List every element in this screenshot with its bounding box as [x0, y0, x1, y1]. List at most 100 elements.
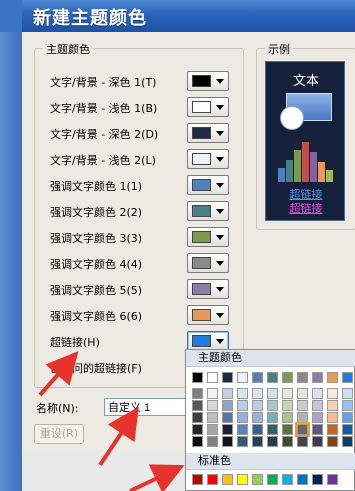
- palette-shade-swatch[interactable]: [342, 412, 353, 423]
- palette-shade-swatch[interactable]: [312, 412, 323, 423]
- palette-shade-swatch[interactable]: [312, 388, 323, 399]
- dropdown-arrow-icon: [216, 157, 224, 162]
- palette-shade-swatch[interactable]: [237, 388, 248, 399]
- palette-shade-swatch[interactable]: [207, 400, 218, 411]
- palette-standard-swatch[interactable]: [252, 474, 263, 485]
- palette-shade-swatch[interactable]: [237, 412, 248, 423]
- palette-shade-swatch[interactable]: [342, 400, 353, 411]
- palette-shade-swatch[interactable]: [237, 424, 248, 435]
- palette-shade-swatch[interactable]: [267, 400, 278, 411]
- palette-shade-swatch[interactable]: [282, 388, 293, 399]
- palette-standard-swatch[interactable]: [282, 474, 293, 485]
- palette-shade-swatch[interactable]: [342, 424, 353, 435]
- color-picker-button[interactable]: [187, 175, 229, 195]
- color-picker-button[interactable]: [187, 71, 229, 91]
- row-label: 强调文字颜色 4(4): [50, 258, 143, 271]
- sample-text: 文本: [292, 74, 319, 89]
- palette-standard-swatch[interactable]: [297, 474, 308, 485]
- palette-shade-swatch[interactable]: [267, 436, 278, 447]
- palette-shade-swatch[interactable]: [207, 424, 218, 435]
- palette-shade-swatch[interactable]: [327, 436, 338, 447]
- color-picker-button[interactable]: [187, 305, 229, 325]
- palette-shade-swatch[interactable]: [267, 412, 278, 423]
- palette-shade-swatch[interactable]: [297, 412, 308, 423]
- palette-shade-swatch[interactable]: [282, 400, 293, 411]
- palette-shade-swatch[interactable]: [192, 436, 203, 447]
- palette-swatch[interactable]: [327, 372, 338, 383]
- palette-shade-swatch[interactable]: [297, 388, 308, 399]
- palette-shade-swatch[interactable]: [312, 400, 323, 411]
- palette-shade-swatch[interactable]: [342, 388, 353, 399]
- palette-shade-swatch[interactable]: [327, 388, 338, 399]
- palette-shade-swatch[interactable]: [267, 388, 278, 399]
- palette-shade-swatch[interactable]: [252, 412, 263, 423]
- palette-shade-swatch[interactable]: [297, 436, 308, 447]
- palette-shade-swatch[interactable]: [252, 424, 263, 435]
- palette-shade-swatch[interactable]: [237, 436, 248, 447]
- palette-shade-swatch[interactable]: [222, 388, 233, 399]
- palette-shade-swatch[interactable]: [207, 388, 218, 399]
- row-label: 强调文字颜色 6(6): [50, 310, 143, 323]
- palette-shade-swatch[interactable]: [252, 388, 263, 399]
- color-picker-button[interactable]: [187, 149, 229, 169]
- palette-shade-swatch[interactable]: [192, 412, 203, 423]
- palette-shade-swatch[interactable]: [327, 412, 338, 423]
- row-label: 文字/背景 - 浅色 1(B): [50, 102, 158, 115]
- palette-shade-swatch[interactable]: [312, 424, 323, 435]
- sample-bar: [318, 162, 325, 182]
- palette-shade-swatch[interactable]: [192, 388, 203, 399]
- palette-shade-swatch[interactable]: [192, 400, 203, 411]
- palette-shade-swatch[interactable]: [252, 400, 263, 411]
- palette-standard-swatch[interactable]: [207, 474, 218, 485]
- color-picker-button[interactable]: [187, 279, 229, 299]
- palette-shade-swatch[interactable]: [327, 424, 338, 435]
- color-picker-button[interactable]: [187, 331, 229, 351]
- palette-shade-swatch[interactable]: [297, 400, 308, 411]
- reset-button[interactable]: 重设(R): [34, 424, 84, 444]
- palette-shade-swatch[interactable]: [282, 424, 293, 435]
- palette-swatch[interactable]: [267, 372, 278, 383]
- color-picker-button[interactable]: [187, 201, 229, 221]
- palette-shade-swatch[interactable]: [252, 436, 263, 447]
- palette-standard-swatch[interactable]: [192, 474, 203, 485]
- palette-shade-swatch[interactable]: [282, 412, 293, 423]
- palette-swatch[interactable]: [237, 372, 248, 383]
- sample-bar: [310, 152, 317, 182]
- palette-shade-swatch[interactable]: [207, 412, 218, 423]
- palette-shade-swatch[interactable]: [237, 400, 248, 411]
- palette-shade-swatch[interactable]: [222, 436, 233, 447]
- color-picker-button[interactable]: [187, 227, 229, 247]
- palette-swatch[interactable]: [252, 372, 263, 383]
- palette-shade-swatch[interactable]: [192, 424, 203, 435]
- dropdown-arrow-icon: [216, 287, 224, 292]
- palette-shade-swatch[interactable]: [342, 436, 353, 447]
- color-picker-button[interactable]: [187, 123, 229, 143]
- palette-swatch[interactable]: [192, 372, 203, 383]
- palette-standard-swatch[interactable]: [327, 474, 338, 485]
- palette-shade-swatch[interactable]: [282, 436, 293, 447]
- palette-shade-swatch[interactable]: [222, 400, 233, 411]
- palette-shade-swatch[interactable]: [267, 424, 278, 435]
- palette-shade-swatch[interactable]: [327, 400, 338, 411]
- palette-standard-swatch[interactable]: [222, 474, 233, 485]
- color-picker-button[interactable]: [187, 253, 229, 273]
- palette-standard-swatch[interactable]: [237, 474, 248, 485]
- sample-bar: [278, 168, 285, 182]
- palette-standard-swatch[interactable]: [312, 474, 323, 485]
- palette-standard-swatch[interactable]: [267, 474, 278, 485]
- palette-swatch[interactable]: [342, 372, 353, 383]
- color-picker-button[interactable]: [187, 97, 229, 117]
- palette-shade-swatch[interactable]: [222, 424, 233, 435]
- palette-swatch[interactable]: [297, 372, 308, 383]
- palette-shade-swatch[interactable]: [207, 436, 218, 447]
- palette-shade-swatch[interactable]: [312, 436, 323, 447]
- palette-swatch[interactable]: [222, 372, 233, 383]
- palette-swatch[interactable]: [312, 372, 323, 383]
- palette-swatch[interactable]: [207, 372, 218, 383]
- sample-bar: [286, 160, 293, 182]
- titlebar-edge: [0, 0, 22, 32]
- name-label: 名称(N):: [36, 402, 79, 415]
- palette-shade-swatch[interactable]: [295, 422, 310, 437]
- palette-shade-swatch[interactable]: [222, 412, 233, 423]
- palette-swatch[interactable]: [282, 372, 293, 383]
